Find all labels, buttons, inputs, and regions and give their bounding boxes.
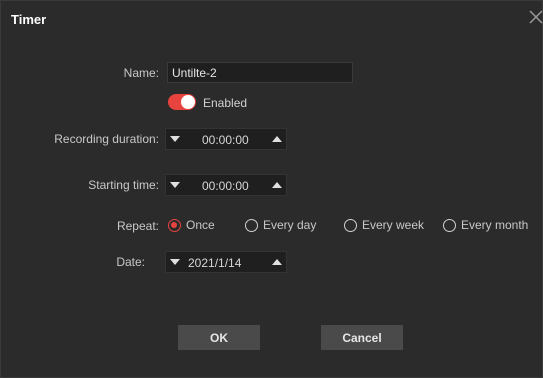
triangle-down-icon[interactable] xyxy=(166,129,184,149)
triangle-up-icon[interactable] xyxy=(268,129,286,149)
triangle-up-icon[interactable] xyxy=(268,252,286,272)
title-bar: Timer xyxy=(1,1,543,33)
date-label: Date: xyxy=(116,255,145,269)
recording-duration-spinner: 00:00:00 xyxy=(165,128,287,150)
radio-dot xyxy=(344,218,357,232)
radio-dot xyxy=(168,218,181,232)
triangle-down-icon[interactable] xyxy=(166,252,184,272)
date-value[interactable]: 2021/1/14 xyxy=(188,256,241,270)
repeat-option-label: Once xyxy=(186,218,215,232)
recording-duration-value[interactable]: 00:00:00 xyxy=(202,133,249,147)
repeat-every-day-radio[interactable]: Every day xyxy=(245,217,316,233)
toggle-knob xyxy=(181,95,195,109)
timer-dialog: Timer Name: Enabled Recording duration: … xyxy=(0,0,543,378)
repeat-every-week-radio[interactable]: Every week xyxy=(344,217,424,233)
name-field[interactable] xyxy=(167,62,353,83)
close-icon[interactable] xyxy=(528,9,543,25)
repeat-every-month-radio[interactable]: Every month xyxy=(443,217,528,233)
date-spinner: 2021/1/14 xyxy=(165,251,287,273)
starting-time-label: Starting time: xyxy=(88,178,159,192)
ok-button[interactable]: OK xyxy=(178,325,260,350)
enabled-toggle[interactable] xyxy=(168,94,196,110)
triangle-up-icon[interactable] xyxy=(268,175,286,195)
starting-time-spinner: 00:00:00 xyxy=(165,174,287,196)
repeat-label: Repeat: xyxy=(116,219,159,233)
recording-duration-label: Recording duration: xyxy=(54,132,159,146)
name-label: Name: xyxy=(123,66,159,80)
enabled-label: Enabled xyxy=(203,96,248,110)
starting-time-value[interactable]: 00:00:00 xyxy=(202,179,249,193)
repeat-option-label: Every month xyxy=(461,218,529,232)
repeat-option-label: Every week xyxy=(362,218,425,232)
dialog-title: Timer xyxy=(11,12,47,27)
repeat-option-label: Every day xyxy=(263,218,317,232)
radio-dot xyxy=(245,218,258,232)
cancel-button[interactable]: Cancel xyxy=(321,325,403,350)
repeat-once-radio[interactable]: Once xyxy=(168,217,215,233)
triangle-down-icon[interactable] xyxy=(166,175,184,195)
radio-dot xyxy=(443,218,456,232)
